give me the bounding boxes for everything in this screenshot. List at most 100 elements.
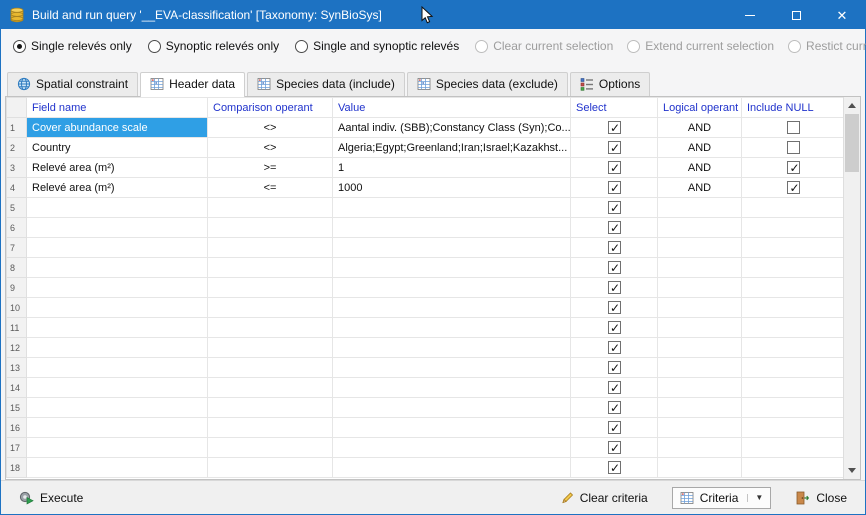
select-checkbox[interactable] <box>608 341 621 354</box>
row-number[interactable]: 7 <box>7 238 27 258</box>
minimize-button[interactable] <box>727 1 773 29</box>
cell-logical-operant[interactable] <box>658 298 742 318</box>
execute-button[interactable]: Execute <box>11 486 91 509</box>
cell-field-name[interactable]: Cover abundance scale <box>27 118 208 138</box>
cell-value[interactable] <box>333 298 571 318</box>
select-checkbox[interactable] <box>608 181 621 194</box>
cell-include-null[interactable] <box>742 378 846 398</box>
cell-comparison-operant[interactable] <box>208 258 333 278</box>
include-null-checkbox[interactable] <box>787 141 800 154</box>
select-checkbox[interactable] <box>608 361 621 374</box>
cell-logical-operant[interactable] <box>658 398 742 418</box>
cell-include-null[interactable] <box>742 418 846 438</box>
column-header-logical-operant[interactable]: Logical operant <box>658 98 742 118</box>
cell-value[interactable] <box>333 418 571 438</box>
cell-logical-operant[interactable]: AND <box>658 158 742 178</box>
select-checkbox[interactable] <box>608 321 621 334</box>
column-header-include-null[interactable]: Include NULL <box>742 98 846 118</box>
cell-comparison-operant[interactable] <box>208 198 333 218</box>
radio-circle[interactable] <box>13 40 26 53</box>
row-number[interactable]: 16 <box>7 418 27 438</box>
cell-select[interactable] <box>571 438 658 458</box>
cell-select[interactable] <box>571 138 658 158</box>
cell-include-null[interactable] <box>742 258 846 278</box>
scrollbar-thumb[interactable] <box>845 114 859 172</box>
cell-include-null[interactable] <box>742 218 846 238</box>
radio-synoptic-relev-s-only[interactable]: Synoptic relevés only <box>148 39 279 53</box>
tab-header-data[interactable]: Header data <box>140 72 245 97</box>
cell-logical-operant[interactable]: AND <box>658 178 742 198</box>
cell-value[interactable]: 1000 <box>333 178 571 198</box>
include-null-checkbox[interactable] <box>787 161 800 174</box>
column-header-comparison-operant[interactable]: Comparison operant <box>208 98 333 118</box>
cell-value[interactable] <box>333 358 571 378</box>
cell-include-null[interactable] <box>742 318 846 338</box>
cell-include-null[interactable] <box>742 278 846 298</box>
select-checkbox[interactable] <box>608 421 621 434</box>
select-checkbox[interactable] <box>608 261 621 274</box>
cell-field-name[interactable] <box>27 238 208 258</box>
cell-comparison-operant[interactable] <box>208 458 333 478</box>
cell-field-name[interactable]: Country <box>27 138 208 158</box>
cell-value[interactable] <box>333 318 571 338</box>
row-number[interactable]: 10 <box>7 298 27 318</box>
cell-include-null[interactable] <box>742 118 846 138</box>
cell-select[interactable] <box>571 318 658 338</box>
criteria-dropdown-arrow[interactable]: ▼ <box>747 494 763 502</box>
cell-include-null[interactable] <box>742 198 846 218</box>
cell-select[interactable] <box>571 258 658 278</box>
cell-select[interactable] <box>571 238 658 258</box>
cell-value[interactable] <box>333 258 571 278</box>
cell-include-null[interactable] <box>742 438 846 458</box>
cell-include-null[interactable] <box>742 458 846 478</box>
tab-species-data-include[interactable]: Species data (include) <box>247 72 405 96</box>
select-checkbox[interactable] <box>608 461 621 474</box>
cell-field-name[interactable] <box>27 418 208 438</box>
select-checkbox[interactable] <box>608 381 621 394</box>
vertical-scrollbar[interactable] <box>843 97 860 479</box>
cell-comparison-operant[interactable] <box>208 438 333 458</box>
scroll-up-button[interactable] <box>844 97 860 114</box>
close-window-button[interactable]: Close <box>787 487 855 509</box>
cell-select[interactable] <box>571 398 658 418</box>
radio-single-and-synoptic-relev-s[interactable]: Single and synoptic relevés <box>295 39 459 53</box>
cell-logical-operant[interactable] <box>658 338 742 358</box>
cell-value[interactable] <box>333 458 571 478</box>
cell-value[interactable] <box>333 438 571 458</box>
cell-value[interactable] <box>333 378 571 398</box>
cell-logical-operant[interactable] <box>658 358 742 378</box>
row-number[interactable]: 13 <box>7 358 27 378</box>
cell-comparison-operant[interactable]: <> <box>208 118 333 138</box>
row-number[interactable]: 14 <box>7 378 27 398</box>
cell-comparison-operant[interactable] <box>208 338 333 358</box>
cell-comparison-operant[interactable]: <= <box>208 178 333 198</box>
cell-comparison-operant[interactable] <box>208 318 333 338</box>
cell-comparison-operant[interactable]: <> <box>208 138 333 158</box>
select-checkbox[interactable] <box>608 161 621 174</box>
cell-value[interactable] <box>333 398 571 418</box>
cell-logical-operant[interactable] <box>658 258 742 278</box>
tab-options[interactable]: Options <box>570 72 650 96</box>
cell-select[interactable] <box>571 158 658 178</box>
cell-include-null[interactable] <box>742 398 846 418</box>
row-number[interactable]: 15 <box>7 398 27 418</box>
select-checkbox[interactable] <box>608 141 621 154</box>
include-null-checkbox[interactable] <box>787 181 800 194</box>
scroll-down-button[interactable] <box>844 462 860 479</box>
cell-select[interactable] <box>571 358 658 378</box>
cell-logical-operant[interactable] <box>658 318 742 338</box>
cell-select[interactable] <box>571 278 658 298</box>
row-number[interactable]: 17 <box>7 438 27 458</box>
cell-field-name[interactable] <box>27 258 208 278</box>
select-checkbox[interactable] <box>608 281 621 294</box>
row-number[interactable]: 9 <box>7 278 27 298</box>
cell-logical-operant[interactable] <box>658 198 742 218</box>
tab-spatial-constraint[interactable]: Spatial constraint <box>7 72 138 96</box>
cell-value[interactable] <box>333 218 571 238</box>
cell-include-null[interactable] <box>742 158 846 178</box>
cell-include-null[interactable] <box>742 138 846 158</box>
cell-comparison-operant[interactable] <box>208 378 333 398</box>
cell-select[interactable] <box>571 218 658 238</box>
row-number[interactable]: 11 <box>7 318 27 338</box>
cell-include-null[interactable] <box>742 238 846 258</box>
